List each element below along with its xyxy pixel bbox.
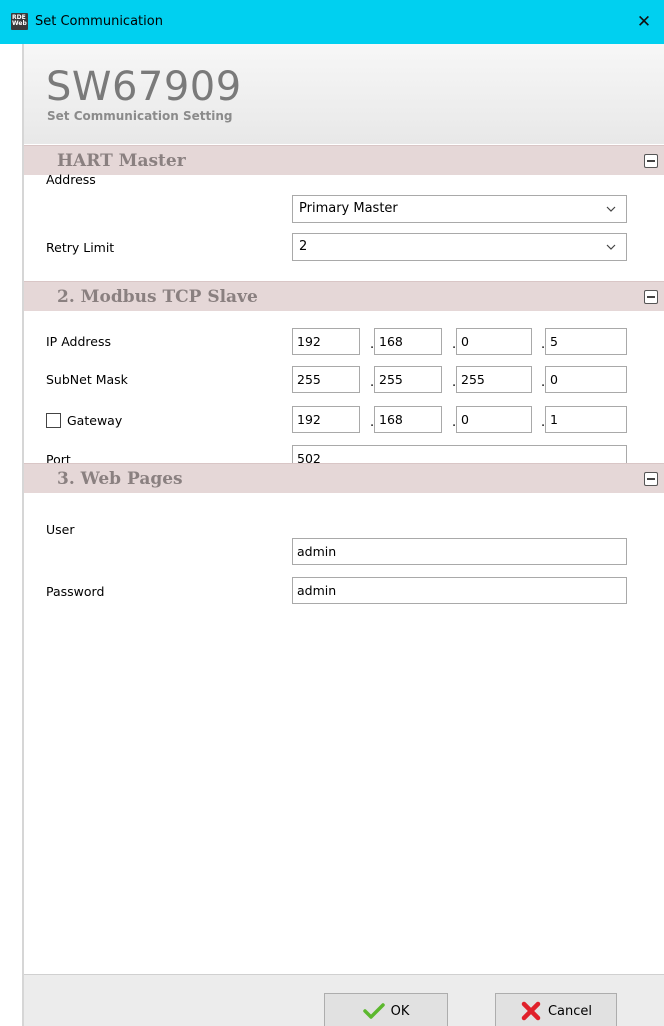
- window-titlebar: RDE Web Set Communication ✕: [0, 0, 664, 44]
- user-input[interactable]: admin: [292, 538, 627, 565]
- retry-limit-value: 2: [299, 239, 308, 254]
- section-title: HART Master: [57, 151, 186, 171]
- ip-octet-2-input[interactable]: 168: [374, 328, 442, 355]
- address-value: Primary Master: [299, 201, 398, 216]
- ip-octet-1-input[interactable]: 192: [292, 328, 360, 355]
- collapse-icon[interactable]: [644, 472, 658, 486]
- close-button[interactable]: ✕: [624, 0, 664, 44]
- product-name: SW67909: [46, 64, 242, 110]
- collapse-icon[interactable]: [644, 290, 658, 304]
- dialog-footer: OK Cancel: [24, 974, 664, 1026]
- ok-button-label: OK: [390, 1003, 410, 1019]
- ip-octet-3-input[interactable]: 0: [456, 328, 532, 355]
- address-select[interactable]: Primary Master: [292, 195, 627, 223]
- subnet-octet-2-input[interactable]: 255: [374, 366, 442, 393]
- password-label: Password: [46, 584, 105, 599]
- cancel-button-label: Cancel: [547, 1003, 593, 1019]
- retry-limit-label: Retry Limit: [46, 240, 115, 255]
- chevron-down-icon: [606, 244, 616, 250]
- app-logo-icon: RDE Web: [11, 13, 28, 30]
- cancel-button[interactable]: Cancel: [495, 993, 617, 1026]
- section-header-web-pages: 3. Web Pages: [24, 463, 664, 493]
- product-header: SW67909 Set Communication Setting: [24, 44, 664, 144]
- window-title: Set Communication: [35, 14, 163, 29]
- ok-button[interactable]: OK: [324, 993, 448, 1026]
- section-title: 3. Web Pages: [57, 469, 183, 489]
- chevron-down-icon: [606, 206, 616, 212]
- content-area: SW67909 Set Communication Setting HART M…: [24, 44, 664, 974]
- subnet-octet-1-input[interactable]: 255: [292, 366, 360, 393]
- gateway-label: Gateway: [67, 413, 123, 428]
- gateway-octet-1-input[interactable]: 192: [292, 406, 360, 433]
- subnet-octet-4-input[interactable]: 0: [545, 366, 627, 393]
- user-label: User: [46, 522, 75, 537]
- section-header-hart-master: HART Master: [24, 145, 664, 175]
- section-title: 2. Modbus TCP Slave: [57, 287, 258, 307]
- gateway-checkbox[interactable]: [46, 413, 61, 428]
- ip-address-label: IP Address: [46, 334, 111, 349]
- collapse-icon[interactable]: [644, 154, 658, 168]
- ip-octet-4-input[interactable]: 5: [545, 328, 627, 355]
- x-mark-icon: [521, 1001, 541, 1021]
- gateway-octet-4-input[interactable]: 1: [545, 406, 627, 433]
- close-icon: ✕: [636, 12, 652, 32]
- password-input[interactable]: admin: [292, 577, 627, 604]
- check-icon: [362, 1003, 385, 1019]
- product-subtitle: Set Communication Setting: [47, 109, 233, 123]
- gateway-octet-3-input[interactable]: 0: [456, 406, 532, 433]
- subnet-octet-3-input[interactable]: 255: [456, 366, 532, 393]
- address-label: Address: [46, 172, 96, 187]
- subnet-mask-label: SubNet Mask: [46, 372, 128, 387]
- section-header-modbus-tcp-slave: 2. Modbus TCP Slave: [24, 281, 664, 311]
- retry-limit-select[interactable]: 2: [292, 233, 627, 261]
- gateway-octet-2-input[interactable]: 168: [374, 406, 442, 433]
